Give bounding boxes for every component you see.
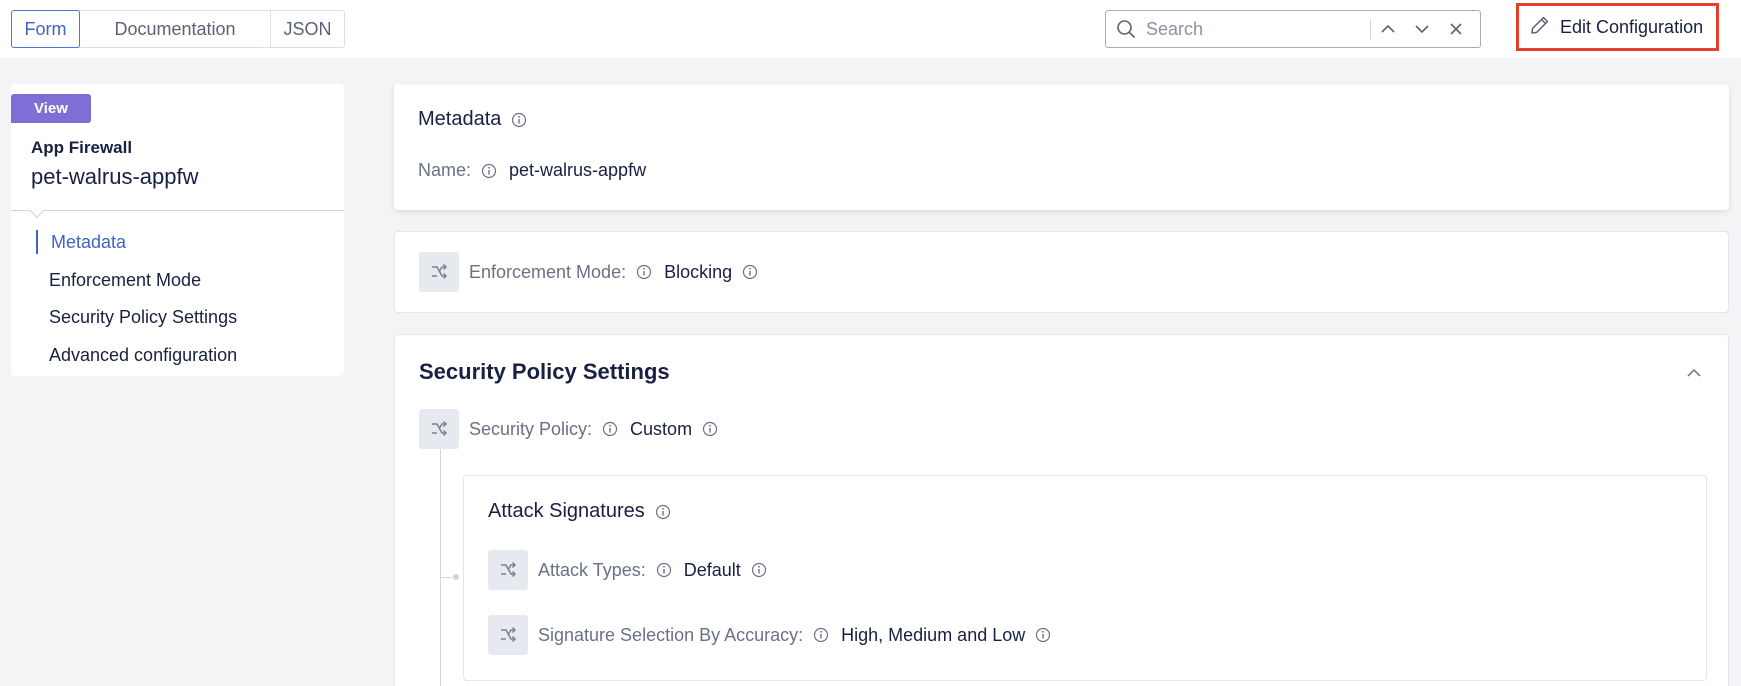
enforcement-row: Enforcement Mode: Blocking [419, 252, 758, 292]
chevron-down-icon [1415, 25, 1429, 34]
pencil-icon [1529, 14, 1551, 41]
enforcement-label: Enforcement Mode: [469, 261, 627, 282]
choice-icon [419, 409, 459, 449]
metadata-title: Metadata [418, 108, 527, 131]
info-icon[interactable] [742, 264, 758, 280]
enforcement-value: Blocking [664, 261, 733, 282]
security-policy-title: Security Policy Settings [419, 359, 670, 384]
sidebar-nav: Metadata Enforcement Mode Security Polic… [11, 224, 344, 374]
chevron-up-icon [1381, 24, 1395, 33]
attack-signatures-title: Attack Signatures [488, 500, 671, 523]
collapse-button[interactable] [1684, 363, 1704, 383]
search-prev-button[interactable] [1371, 11, 1405, 47]
tab-documentation[interactable]: Documentation [79, 11, 270, 47]
object-name: pet-walrus-appfw [31, 164, 199, 189]
security-policy-row: Security Policy: Custom [419, 409, 718, 449]
choice-icon [488, 615, 528, 655]
tab-json[interactable]: JSON [270, 11, 344, 47]
enforcement-card: Enforcement Mode: Blocking [394, 231, 1729, 313]
info-icon[interactable] [1035, 627, 1051, 643]
attack-signatures-card: Attack Signatures Attack Types: Default … [463, 475, 1707, 681]
top-bar: Form Documentation JSON Edit Configurati… [0, 0, 1741, 58]
object-type: App Firewall [31, 138, 133, 157]
attack-types-label: Attack Types: [538, 559, 646, 580]
info-icon[interactable] [511, 112, 527, 128]
security-policy-card: Security Policy Settings Security Policy… [394, 334, 1729, 686]
tree-branch [440, 577, 452, 578]
sidebar-item-advanced-configuration[interactable]: Advanced configuration [11, 337, 344, 375]
metadata-name-row: Name: pet-walrus-appfw [418, 160, 646, 181]
name-label: Name: [418, 160, 472, 180]
sidebar-item-metadata[interactable]: Metadata [11, 224, 344, 262]
search-next-button[interactable] [1405, 11, 1439, 47]
search-icon [1106, 11, 1146, 47]
security-policy-label: Security Policy: [469, 418, 593, 439]
attack-types-row: Attack Types: Default [488, 550, 767, 590]
edit-configuration-label: Edit Configuration [1560, 16, 1704, 37]
signature-accuracy-value: High, Medium and Low [841, 624, 1026, 645]
search-box [1105, 10, 1481, 48]
metadata-card: Metadata Name: pet-walrus-appfw [394, 84, 1729, 210]
sidebar-divider [11, 210, 344, 211]
tree-dot [453, 574, 459, 580]
info-icon[interactable] [655, 504, 671, 520]
metadata-title-text: Metadata [418, 108, 502, 130]
info-icon[interactable] [751, 562, 767, 578]
tab-form[interactable]: Form [11, 10, 80, 48]
choice-icon [419, 252, 459, 292]
view-tabs: Form Documentation JSON [11, 10, 345, 48]
attack-types-value: Default [683, 559, 741, 580]
info-icon[interactable] [656, 562, 672, 578]
choice-icon [488, 550, 528, 590]
search-input[interactable] [1146, 14, 1364, 44]
view-badge: View [11, 94, 91, 123]
tree-connector [440, 449, 441, 686]
attack-signatures-title-text: Attack Signatures [488, 500, 645, 522]
signature-accuracy-row: Signature Selection By Accuracy: High, M… [488, 615, 1051, 655]
sidebar-item-enforcement-mode[interactable]: Enforcement Mode [11, 262, 344, 300]
info-icon[interactable] [481, 163, 497, 179]
info-icon[interactable] [702, 421, 718, 437]
edit-configuration-button[interactable]: Edit Configuration [1516, 3, 1719, 51]
close-icon [1450, 23, 1462, 35]
security-policy-value: Custom [630, 418, 693, 439]
sidebar-divider-notch [29, 203, 45, 219]
chevron-up-icon [1687, 368, 1701, 377]
sidebar-item-security-policy-settings[interactable]: Security Policy Settings [11, 299, 344, 337]
sidebar: View App Firewall pet-walrus-appfw Metad… [11, 84, 344, 376]
search-clear-button[interactable] [1439, 11, 1473, 47]
name-value: pet-walrus-appfw [509, 160, 647, 180]
info-icon[interactable] [813, 627, 829, 643]
info-icon[interactable] [636, 264, 652, 280]
signature-accuracy-label: Signature Selection By Accuracy: [538, 624, 804, 645]
info-icon[interactable] [602, 421, 618, 437]
